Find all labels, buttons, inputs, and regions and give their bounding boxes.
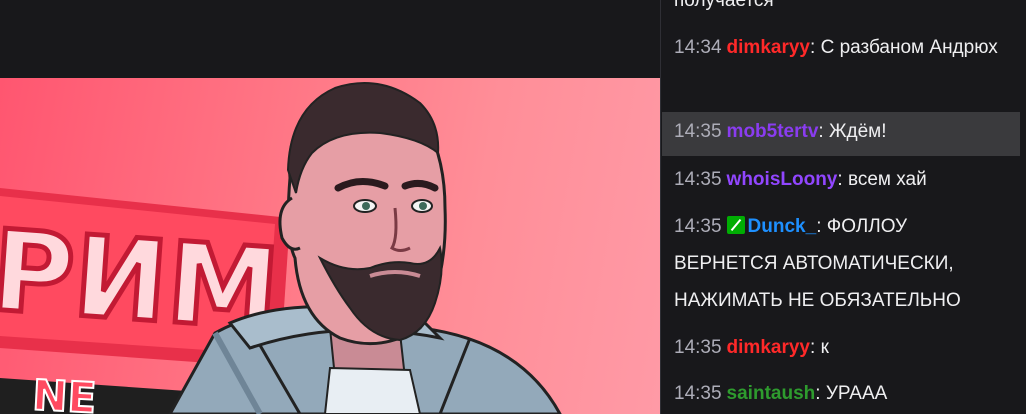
chat-message[interactable]: 14:35 saintaush: УРААА <box>662 375 1020 412</box>
message-text: УРААА <box>825 383 888 404</box>
message-separator: : <box>818 121 829 142</box>
username[interactable]: whoisLoony <box>727 169 838 190</box>
message-text: получается <box>674 0 774 11</box>
message-separator: : <box>815 383 826 404</box>
message-separator: : <box>810 37 821 58</box>
username[interactable]: saintaush <box>727 383 816 404</box>
message-text: к <box>820 337 829 358</box>
message-text: всем хай <box>847 169 927 190</box>
message-separator: : <box>837 169 848 190</box>
chat-message[interactable]: 14:35 dimkaryy: к <box>662 329 1020 366</box>
moderator-sword-icon[interactable] <box>726 216 745 234</box>
message-separator: : <box>810 337 821 358</box>
message-text: С разбаном Андрюх <box>820 37 998 58</box>
username[interactable]: mob5tertv <box>727 121 819 142</box>
chat-message[interactable]: 14:35 mob5tertv: Ждём! <box>662 112 1020 156</box>
chat-message[interactable]: 14:35 Dunck_: ФОЛЛОУ ВЕРНЕТСЯ АВТОМАТИЧЕС… <box>662 208 1020 319</box>
chat-message[interactable]: 14:34 dimkaryy: С разбаном Андрюх <box>662 29 1020 66</box>
timestamp: 14:35 <box>674 383 722 404</box>
username[interactable]: dimkaryy <box>727 37 810 58</box>
overlay-subtitle-text: NE <box>31 370 97 414</box>
message-separator: : <box>816 216 827 237</box>
stream-preview-image[interactable]: РИМ NE <box>0 78 660 414</box>
message-text: Ждём! <box>828 121 887 142</box>
chat-panel: получается 14:34 dimkaryy: С разбаном Анд… <box>660 0 1026 414</box>
username[interactable]: dimkaryy <box>727 337 810 358</box>
username[interactable]: Dunck_ <box>748 216 817 237</box>
timestamp: 14:35 <box>674 337 722 358</box>
timestamp: 14:35 <box>674 121 722 142</box>
chat-message[interactable]: 14:35 whoisLoony: всем хай <box>662 161 1020 198</box>
timestamp: 14:35 <box>674 216 722 237</box>
timestamp: 14:34 <box>674 37 722 58</box>
video-player[interactable]: РИМ NE <box>0 0 660 414</box>
streamer-artwork: РИМ NE <box>0 82 562 414</box>
video-top-bar <box>0 0 660 78</box>
chat-message[interactable]: получается <box>662 0 1020 19</box>
timestamp: 14:35 <box>674 169 722 190</box>
